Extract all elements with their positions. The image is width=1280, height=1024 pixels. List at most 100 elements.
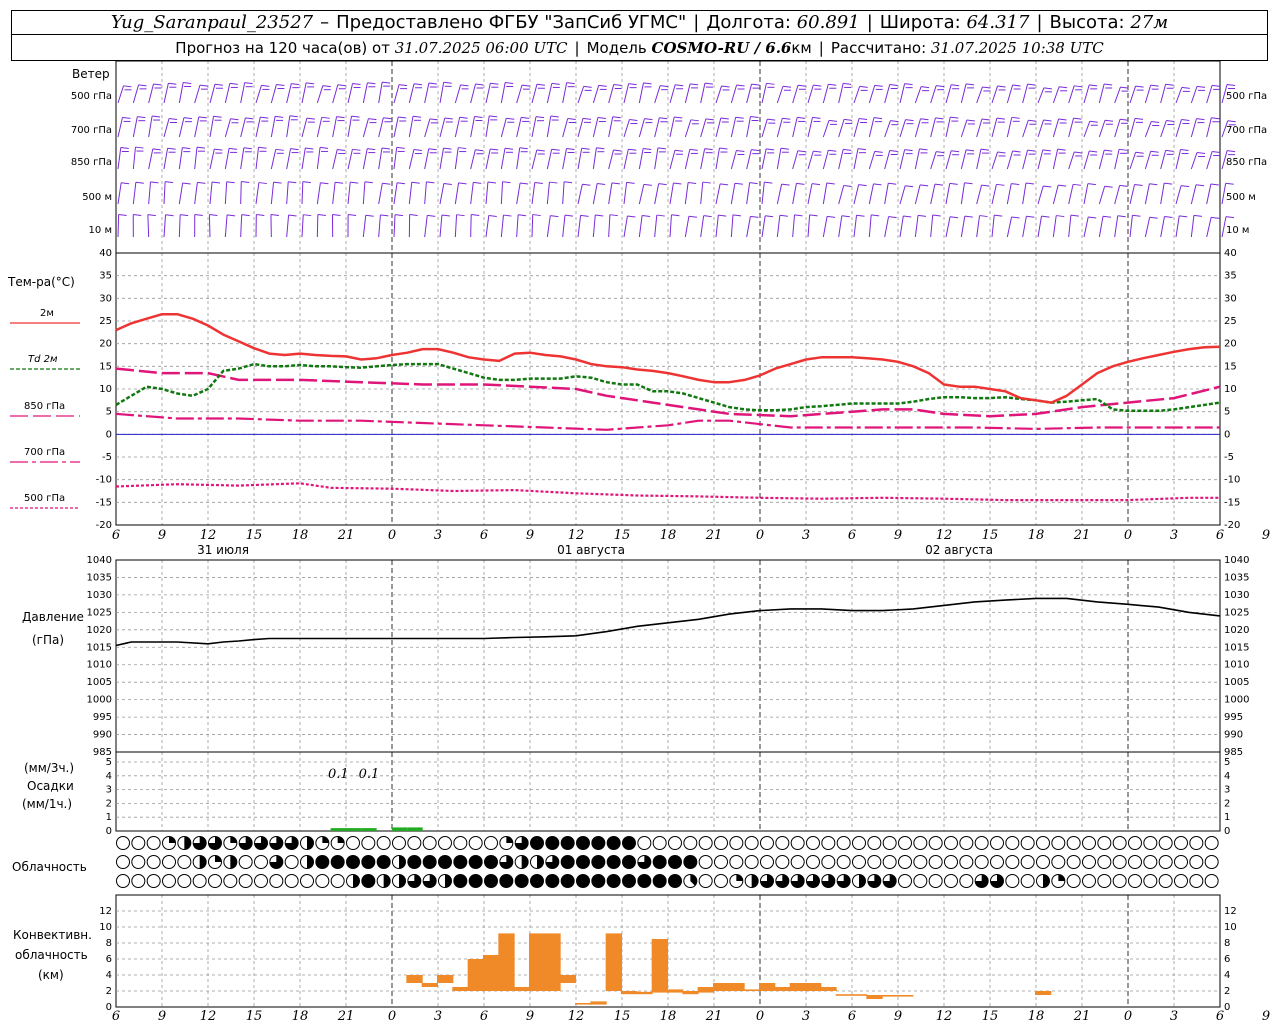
wind-barb	[424, 181, 435, 205]
wind-barb	[362, 148, 376, 170]
wind-barb	[868, 117, 883, 138]
cloud-symbol	[499, 836, 514, 850]
cloud-circle	[944, 874, 958, 888]
cloud-symbol	[944, 855, 958, 869]
wind-barb	[255, 116, 269, 138]
precip-bar	[361, 828, 377, 831]
wind-barb	[163, 181, 174, 205]
wind-barb-flag	[826, 182, 835, 185]
wind-barb-staff	[899, 149, 906, 170]
wind-barb-flag	[888, 182, 897, 185]
cloud-circle	[576, 855, 590, 869]
wind-barb-flag	[383, 117, 392, 120]
wind-barb-flag	[368, 118, 377, 121]
cloud-circle	[1066, 855, 1081, 869]
wind-barb	[148, 181, 159, 205]
cloud-circle	[714, 836, 728, 850]
wind-barb-flag	[409, 214, 418, 217]
wind-barb	[608, 214, 618, 238]
wind-barb-staff	[240, 214, 243, 238]
wind-barb	[224, 147, 238, 170]
wind-barb	[914, 214, 927, 238]
wind-barb	[117, 214, 127, 238]
wind-barb-flag	[459, 116, 468, 119]
wind-barb	[1098, 185, 1113, 205]
wind-barb	[1129, 184, 1143, 205]
cloud-symbol	[1097, 855, 1112, 869]
wind-barb-staff	[669, 214, 672, 238]
cloud-symbol	[990, 836, 1004, 850]
wind-barb	[117, 146, 129, 170]
precip-ytick: 0	[1224, 826, 1230, 837]
temp-ytick: 25	[99, 316, 112, 327]
wind-barb-staff	[500, 215, 504, 238]
wind-barb	[592, 182, 606, 205]
cloud-circle	[591, 874, 606, 888]
cloud-symbol	[422, 836, 437, 850]
wind-barb-staff	[301, 147, 306, 170]
wind-barb-staff	[730, 150, 737, 170]
wind-barb	[730, 214, 742, 238]
cloud-circle	[606, 855, 621, 869]
wind-barb-staff	[562, 82, 568, 104]
cloud-symbol	[361, 855, 376, 869]
wind-barb	[331, 214, 341, 238]
wind-barb	[1114, 148, 1128, 170]
wind-barb-staff	[1190, 118, 1197, 138]
wind-barb	[976, 118, 990, 138]
cloud-symbol	[162, 836, 176, 850]
wind-barb-staff	[822, 150, 829, 170]
wind-barb-staff	[378, 117, 384, 138]
cloud-circle	[852, 855, 866, 869]
wind-barb-staff	[608, 116, 614, 138]
wind-barb-staff	[976, 118, 983, 138]
wind-barb	[500, 81, 514, 104]
wind-barb-flag	[920, 118, 929, 121]
cloud-symbol	[1174, 874, 1188, 888]
convective-bar	[544, 933, 561, 991]
wind-barb	[715, 214, 727, 238]
cloud-symbol	[1036, 836, 1050, 850]
wind-barb-flag	[518, 214, 527, 217]
cloud-symbol	[177, 874, 192, 888]
wind-barb-flag	[811, 183, 821, 186]
cloud-symbol	[836, 855, 851, 869]
wind-barb-flag	[643, 183, 652, 186]
cloud-symbol	[1143, 874, 1158, 888]
wind-barb	[1129, 85, 1144, 104]
cloud-circle	[422, 836, 437, 850]
cloud-fill	[230, 855, 237, 869]
wind-barb-flag	[1102, 215, 1112, 218]
wind-barb-flag	[674, 149, 683, 152]
wind-barb-staff	[301, 181, 304, 205]
wind-barb-flag	[582, 117, 592, 120]
convective-ytick: 4	[106, 970, 112, 981]
convective-ytick: 10	[1224, 922, 1237, 933]
wind-barb-staff	[1052, 215, 1057, 238]
x-hour-label: 3	[802, 528, 810, 543]
wind-barb-flag	[843, 184, 852, 187]
cloud-symbol	[1158, 855, 1173, 869]
wind-barb	[930, 183, 944, 205]
cloud-symbol	[468, 855, 483, 869]
wind-barb	[914, 148, 928, 170]
wind-barb	[500, 181, 511, 205]
wind-barb-staff	[286, 214, 290, 238]
convective-bar	[529, 933, 546, 991]
wind-barb-flag	[1104, 149, 1113, 152]
convective-ytick: 2	[1224, 986, 1230, 997]
cloud-circle	[560, 836, 575, 850]
x-hour-label: 15	[614, 528, 631, 543]
wind-barb	[347, 214, 357, 238]
cloud-symbol	[315, 836, 330, 850]
x-hour-label-bottom: 18	[1028, 1009, 1045, 1024]
x-hour-label-bottom: 21	[337, 1009, 355, 1024]
wind-barb	[991, 117, 1005, 138]
wind-barb	[1083, 150, 1098, 170]
wind-barb-staff	[163, 148, 169, 170]
wind-barb-staff	[546, 182, 550, 205]
wind-barb-flag	[718, 214, 727, 217]
convective-bar	[820, 987, 837, 991]
wind-barb-staff	[117, 147, 122, 170]
wind-barb-staff	[868, 183, 874, 205]
